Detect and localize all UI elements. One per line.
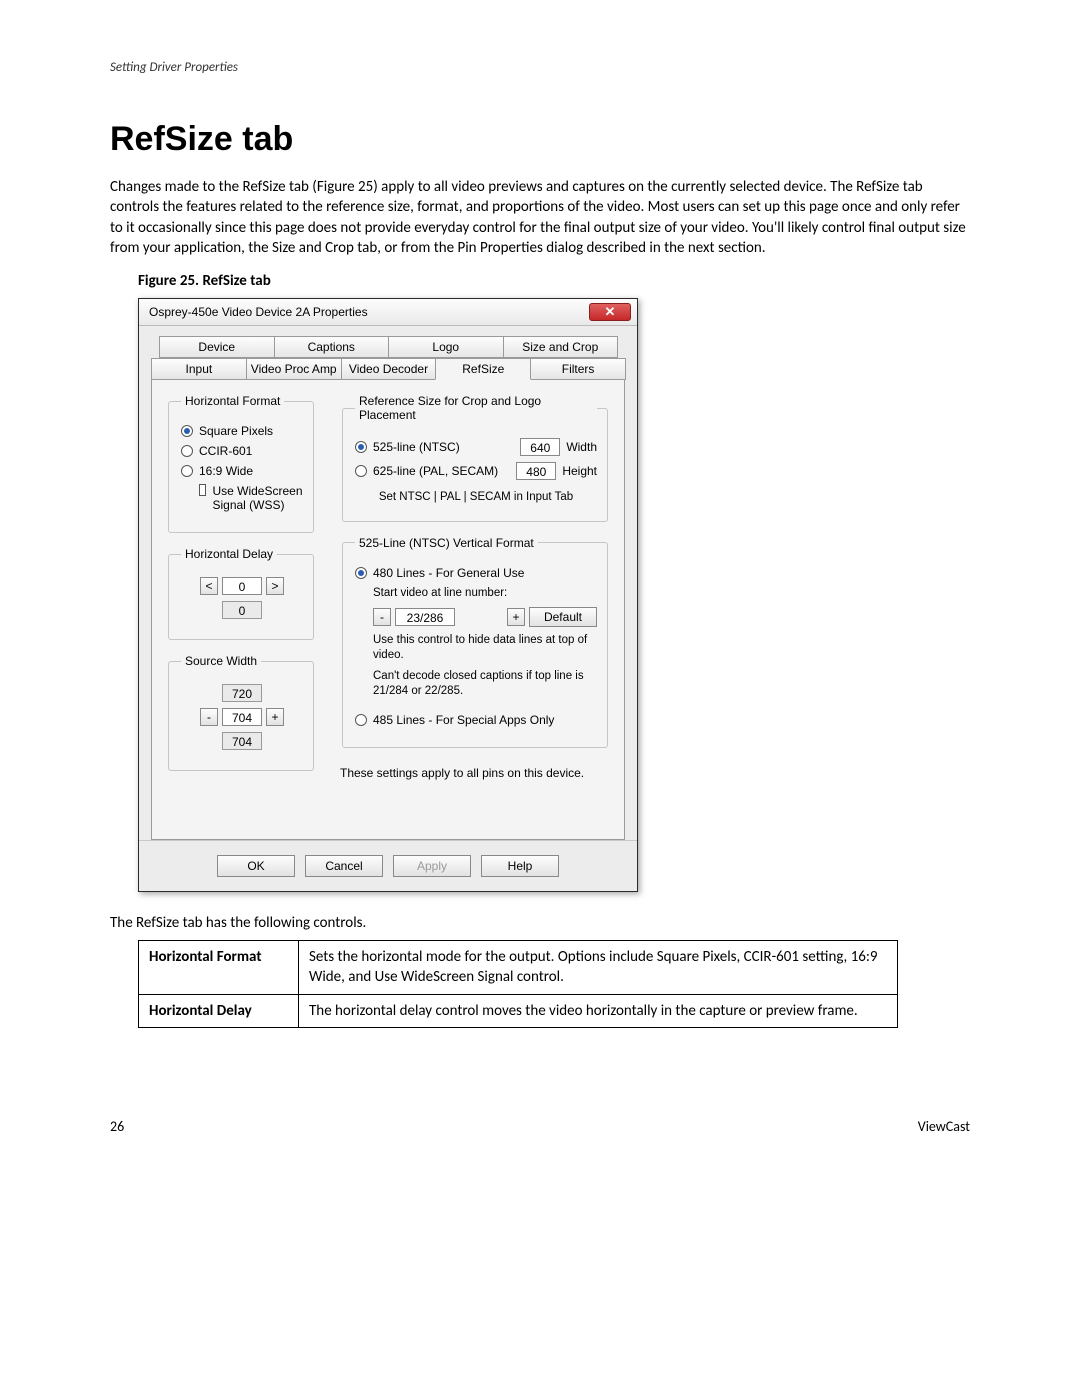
table-lead: The RefSize tab has the following contro…	[110, 914, 970, 932]
properties-dialog: Osprey-450e Video Device 2A Properties ✕…	[138, 298, 638, 892]
apply-button[interactable]: Apply	[393, 855, 471, 877]
close-icon: ✕	[605, 304, 616, 320]
tab-video-decoder[interactable]: Video Decoder	[341, 358, 437, 380]
srcwidth-inc-button[interactable]: +	[266, 708, 284, 726]
tab-size-and-crop[interactable]: Size and Crop	[503, 336, 619, 358]
tab-panel: Horizontal Format Square Pixels CCIR-601	[151, 380, 625, 840]
page-footer: 26 ViewCast	[110, 1118, 970, 1135]
ref-width-value: 640	[520, 438, 560, 456]
controls-table: Horizontal Format Sets the horizontal mo…	[138, 940, 898, 1028]
legend-horizontal-format: Horizontal Format	[181, 394, 284, 408]
close-button[interactable]: ✕	[589, 303, 631, 321]
group-horizontal-delay: Horizontal Delay < 0 > 0	[168, 547, 314, 640]
vformat-hint-1: Use this control to hide data lines at t…	[373, 633, 597, 663]
hdelay-value[interactable]: 0	[222, 577, 262, 595]
checkbox-use-wss[interactable]	[199, 484, 206, 496]
cell-desc: Sets the horizontal mode for the output.…	[299, 941, 898, 995]
hdelay-dec-button[interactable]: <	[200, 577, 218, 595]
figure-caption: Figure 25. RefSize tab	[138, 272, 970, 290]
startline-inc-button[interactable]: +	[507, 608, 525, 626]
group-horizontal-format: Horizontal Format Square Pixels CCIR-601	[168, 394, 314, 533]
intro-paragraph: Changes made to the RefSize tab (Figure …	[110, 177, 970, 258]
page-number: 26	[110, 1118, 124, 1135]
radio-485-lines[interactable]	[355, 714, 367, 726]
group-source-width: Source Width 720 - 704 + 704	[168, 654, 314, 771]
brand: ViewCast	[918, 1118, 970, 1135]
help-button[interactable]: Help	[481, 855, 559, 877]
radio-480-lines[interactable]	[355, 567, 367, 579]
dialog-button-bar: OK Cancel Apply Help	[139, 840, 637, 891]
radio-625-pal[interactable]	[355, 465, 367, 477]
radio-square-pixels[interactable]	[181, 425, 193, 437]
table-row: Horizontal Format Sets the horizontal mo…	[139, 941, 898, 995]
label-16-9-wide: 16:9 Wide	[199, 464, 253, 478]
page-header: Setting Driver Properties	[110, 60, 970, 75]
label-square-pixels: Square Pixels	[199, 424, 273, 438]
tab-logo[interactable]: Logo	[388, 336, 504, 358]
dialog-titlebar: Osprey-450e Video Device 2A Properties ✕	[139, 299, 637, 326]
label-use-wss: Use WideScreen Signal (WSS)	[212, 484, 303, 512]
radio-16-9-wide[interactable]	[181, 465, 193, 477]
group-reference-size: Reference Size for Crop and Logo Placeme…	[342, 394, 608, 522]
cell-desc: The horizontal delay control moves the v…	[299, 994, 898, 1027]
label-625-pal: 625-line (PAL, SECAM)	[373, 464, 510, 478]
ref-height-value: 480	[516, 462, 556, 480]
refsize-hint: Set NTSC | PAL | SECAM in Input Tab	[355, 490, 597, 505]
label-485-lines: 485 Lines - For Special Apps Only	[373, 713, 554, 727]
table-row: Horizontal Delay The horizontal delay co…	[139, 994, 898, 1027]
radio-525-ntsc[interactable]	[355, 441, 367, 453]
label-525-ntsc: 525-line (NTSC)	[373, 440, 514, 454]
ref-width-label: Width	[566, 440, 597, 454]
hdelay-reset-button[interactable]: 0	[222, 601, 262, 619]
label-480-lines: 480 Lines - For General Use	[373, 566, 524, 580]
startline-value[interactable]: 23/286	[395, 608, 455, 626]
srcwidth-max: 720	[222, 684, 262, 702]
tab-filters[interactable]: Filters	[530, 358, 626, 380]
radio-ccir-601[interactable]	[181, 445, 193, 457]
ok-button[interactable]: OK	[217, 855, 295, 877]
tab-input[interactable]: Input	[151, 358, 247, 380]
cell-name: Horizontal Delay	[139, 994, 299, 1027]
ref-height-label: Height	[562, 464, 597, 478]
dialog-title: Osprey-450e Video Device 2A Properties	[145, 305, 589, 319]
srcwidth-value[interactable]: 704	[222, 708, 262, 726]
label-ccir-601: CCIR-601	[199, 444, 252, 458]
all-pins-note: These settings apply to all pins on this…	[340, 766, 610, 780]
tab-video-proc-amp[interactable]: Video Proc Amp	[246, 358, 342, 380]
cell-name: Horizontal Format	[139, 941, 299, 995]
legend-reference-size: Reference Size for Crop and Logo Placeme…	[355, 394, 597, 422]
page-title: RefSize tab	[110, 120, 970, 159]
start-line-label: Start video at line number:	[373, 586, 597, 601]
tab-device[interactable]: Device	[159, 336, 275, 358]
group-vertical-format: 525-Line (NTSC) Vertical Format 480 Line…	[342, 536, 608, 748]
hdelay-inc-button[interactable]: >	[266, 577, 284, 595]
legend-horizontal-delay: Horizontal Delay	[181, 547, 277, 561]
tab-captions[interactable]: Captions	[274, 336, 390, 358]
legend-source-width: Source Width	[181, 654, 261, 668]
srcwidth-reset-button[interactable]: 704	[222, 732, 262, 750]
legend-vertical-format: 525-Line (NTSC) Vertical Format	[355, 536, 538, 550]
startline-dec-button[interactable]: -	[373, 608, 391, 626]
srcwidth-dec-button[interactable]: -	[200, 708, 218, 726]
tab-refsize[interactable]: RefSize	[435, 358, 531, 380]
startline-default-button[interactable]: Default	[529, 607, 597, 627]
vformat-hint-2: Can't decode closed captions if top line…	[373, 669, 597, 699]
cancel-button[interactable]: Cancel	[305, 855, 383, 877]
